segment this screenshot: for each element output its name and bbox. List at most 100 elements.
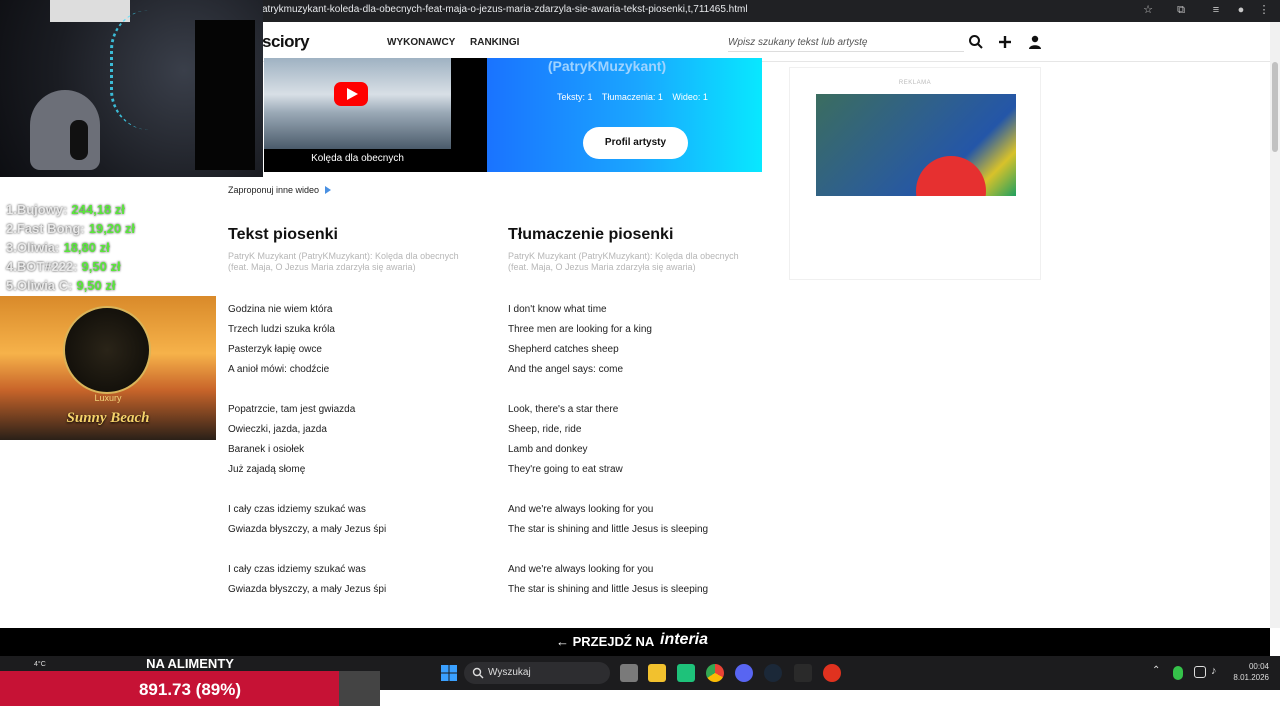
site-logo[interactable]: sciory xyxy=(262,32,310,52)
bookmark-star-icon[interactable]: ☆ xyxy=(1141,3,1155,17)
lyric-line: Owieczki, jazda, jazda xyxy=(228,424,327,435)
file-explorer-icon[interactable] xyxy=(648,664,666,682)
ad-label: REKLAMA xyxy=(898,80,932,86)
user-icon[interactable] xyxy=(1027,34,1043,50)
webcam-overlay xyxy=(0,0,263,177)
lyric-line: Popatrzcie, tam jest gwiazda xyxy=(228,404,356,415)
stat-videos: Wideo: 1 xyxy=(672,92,708,102)
taskbar-search[interactable]: Wyszukaj xyxy=(464,662,610,684)
ad-image[interactable] xyxy=(816,94,1016,196)
steam-icon[interactable] xyxy=(764,664,782,682)
barber-shop-logo: Luxury Sunny Beach xyxy=(0,296,216,440)
translation-line: I don't know what time xyxy=(508,304,607,315)
taskbar-search-label: Wyszukaj xyxy=(488,667,531,678)
goal-progress-track: 891.73 (89%) xyxy=(0,671,380,706)
webcam-monitor xyxy=(195,20,255,170)
url-text[interactable]: atrykmuzykant-koleda-dla-obecnych-feat-m… xyxy=(262,4,748,15)
translation-line: Three men are looking for a king xyxy=(508,324,652,335)
artist-profile-button[interactable]: Profil artysty xyxy=(583,127,688,159)
lyric-line: A anioł mówi: chodźcie xyxy=(228,364,330,375)
translation-line: And we're always looking for you xyxy=(508,504,654,515)
menu-icon[interactable]: ≡ xyxy=(1209,3,1223,17)
translation-line: And we're always looking for you xyxy=(508,564,654,575)
donor-name: 2.Fast Bong: xyxy=(6,221,85,236)
discord-icon[interactable] xyxy=(735,664,753,682)
goal-max: 1000.00 xyxy=(326,707,370,720)
display-icon[interactable] xyxy=(1194,666,1206,678)
video-title: Kolęda dla obecnych xyxy=(311,153,404,164)
lyric-line: Godzina nie wiem która xyxy=(228,304,333,315)
donor-name: 5.Oliwia C: xyxy=(6,278,73,293)
lyric-line: Pasterzyk łapię owce xyxy=(228,344,322,355)
nav-rankingi[interactable]: RANKINGI xyxy=(470,37,519,48)
windows-start-icon[interactable] xyxy=(440,664,458,682)
extensions-icon[interactable]: ⧉ xyxy=(1174,3,1188,17)
stat-translations: Tłumaczenia: 1 xyxy=(601,92,663,102)
profile-icon[interactable]: ● xyxy=(1234,3,1248,17)
donation-amount: 19,20 zł xyxy=(88,221,135,236)
more-icon[interactable]: ⋮ xyxy=(1257,3,1271,17)
chrome-icon[interactable] xyxy=(706,664,724,682)
streamer xyxy=(30,90,100,170)
volume-icon[interactable]: ♪ xyxy=(1211,665,1217,677)
ad-container: REKLAMA xyxy=(789,67,1041,280)
lyric-line: I cały czas idziemy szukać was xyxy=(228,564,366,575)
suggest-video-link[interactable]: Zaproponuj inne wideo xyxy=(228,185,332,195)
barber-lux-text: Luxury xyxy=(94,393,122,403)
banner-label: PRZEJDŹ NA xyxy=(572,634,655,649)
goal-title: NA ALIMENTY xyxy=(146,656,234,671)
donation-amount: 244,18 zł xyxy=(71,202,125,217)
donation-entry: 5.Oliwia C: 9,50 zł xyxy=(6,278,116,293)
lyrics-title: Tekst piosenki xyxy=(228,226,338,243)
lyric-line: Gwiazda błyszczy, a mały Jezus śpi xyxy=(228,584,387,595)
translation-title: Tłumaczenie piosenki xyxy=(508,226,674,243)
interia-banner[interactable]: ← PRZEJDŹ NA interia xyxy=(0,628,1270,656)
translation-line: Shepherd catches sheep xyxy=(508,344,619,355)
lyric-line: Gwiazda błyszczy, a mały Jezus śpi xyxy=(228,524,387,535)
donor-name: 3.Oliwia: xyxy=(6,240,60,255)
translation-line: Lamb and donkey xyxy=(508,444,588,455)
lyrics-subtitle: PatryK Muzykant (PatryKMuzykant): Kolęda… xyxy=(228,251,459,272)
donation-amount: 18,80 zł xyxy=(63,240,110,255)
clock-date: 8.01.2026 xyxy=(1233,673,1269,682)
task-view-icon[interactable] xyxy=(620,664,638,682)
artist-panel: (PatryKMuzykant) Teksty: 1 Tłumaczenia: … xyxy=(487,58,762,172)
translation-line: Sheep, ride, ride xyxy=(508,424,582,435)
taskbar-search-icon xyxy=(472,667,484,679)
taskbar-clock[interactable]: 00:04 8.01.2026 xyxy=(1233,661,1269,683)
microphone xyxy=(70,120,88,160)
donation-amount: 9,50 zł xyxy=(81,259,121,274)
recording-app-icon[interactable] xyxy=(823,664,841,682)
donation-amount: 9,50 zł xyxy=(76,278,116,293)
translation-subtitle: PatryK Muzykant (PatryKMuzykant): Kolęda… xyxy=(508,251,739,272)
artist-name: (PatryKMuzykant) xyxy=(547,58,667,74)
add-icon[interactable] xyxy=(997,34,1013,50)
translation-line: They're going to eat straw xyxy=(508,464,623,475)
translation-line: And the angel says: come xyxy=(508,364,624,375)
barber-badge-icon xyxy=(63,306,151,394)
microphone-icon[interactable] xyxy=(1173,666,1183,680)
lyric-line: I cały czas idziemy szukać was xyxy=(228,504,366,515)
led-lights xyxy=(110,10,170,130)
donor-name: 1.Bujowy: xyxy=(6,202,68,217)
donation-entry: 4.BOT#222: 9,50 zł xyxy=(6,259,121,274)
air-conditioner xyxy=(50,0,130,22)
app-icon[interactable] xyxy=(677,664,695,682)
video-player[interactable]: Kolęda dla obecnych xyxy=(264,58,487,172)
barber-title: Sunny Beach xyxy=(66,410,150,426)
nav-wykonawcy[interactable]: WYKONAWCY xyxy=(387,37,455,48)
youtube-play-icon[interactable] xyxy=(334,82,368,106)
goal-min: 0.00 xyxy=(0,707,24,720)
search-input[interactable] xyxy=(728,34,964,52)
interia-logo[interactable]: interia xyxy=(660,631,708,649)
epic-games-icon[interactable] xyxy=(794,664,812,682)
donation-entry: 1.Bujowy: 244,18 zł xyxy=(6,202,125,217)
clock-time: 00:04 xyxy=(1248,662,1269,671)
tray-chevron-icon[interactable]: ⌃ xyxy=(1152,665,1160,676)
stat-texts: Teksty: 1 xyxy=(557,92,593,102)
search-icon[interactable] xyxy=(968,34,984,50)
page-scrollbar[interactable] xyxy=(1270,22,1280,628)
artist-stats: Teksty: 1 Tłumaczenia: 1 Wideo: 1 xyxy=(557,92,715,102)
screen: atrykmuzykant-koleda-dla-obecnych-feat-m… xyxy=(0,0,1280,720)
scrollbar-thumb[interactable] xyxy=(1272,62,1278,152)
